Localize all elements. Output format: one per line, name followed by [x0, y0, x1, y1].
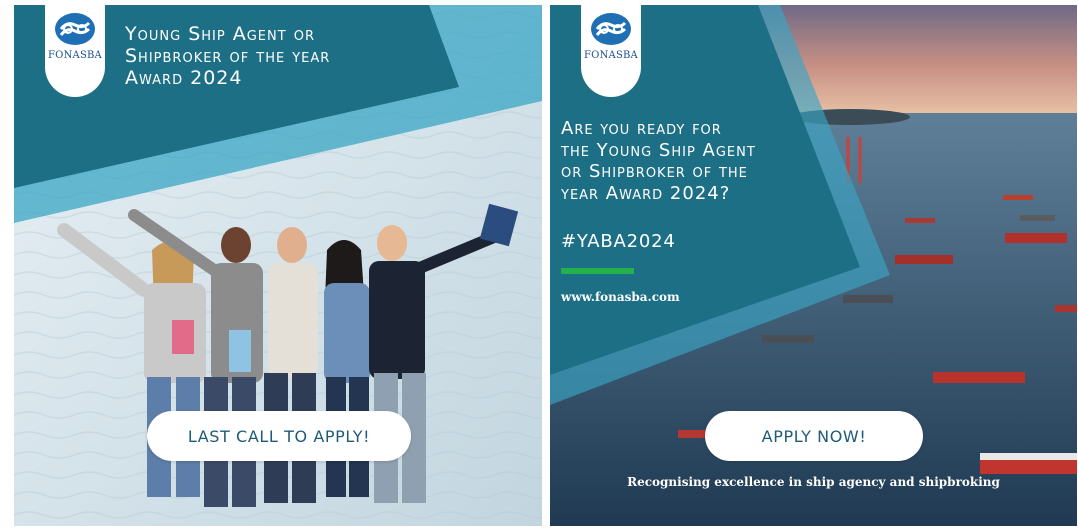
- logo-wordmark: FONASBA: [48, 50, 102, 61]
- fonasba-emblem-icon: [55, 13, 95, 45]
- tagline-text: Recognising excellence in ship agency an…: [627, 475, 1000, 489]
- fonasba-logo: FONASBA: [45, 5, 105, 97]
- fonasba-logo: FONASBA: [581, 5, 641, 97]
- award-title: Young Ship Agent or Shipbroker of the ye…: [125, 23, 331, 89]
- last-call-apply-button[interactable]: LAST CALL TO APPLY!: [147, 411, 411, 461]
- campaign-hashtag: #YABA2024: [561, 231, 676, 252]
- left-promo-panel: FONASBA Young Ship Agent or Shipbroker o…: [14, 5, 542, 526]
- website-link[interactable]: www.fonasba.com: [561, 290, 680, 304]
- logo-wordmark: FONASBA: [584, 50, 638, 61]
- right-promo-panel: FONASBA Are you ready for the Young Ship…: [550, 5, 1077, 526]
- fonasba-emblem-icon: [591, 13, 631, 45]
- award-question-title: Are you ready for the Young Ship Agent o…: [561, 118, 756, 204]
- apply-now-button[interactable]: APPLY NOW!: [705, 411, 923, 461]
- accent-divider: [561, 268, 634, 274]
